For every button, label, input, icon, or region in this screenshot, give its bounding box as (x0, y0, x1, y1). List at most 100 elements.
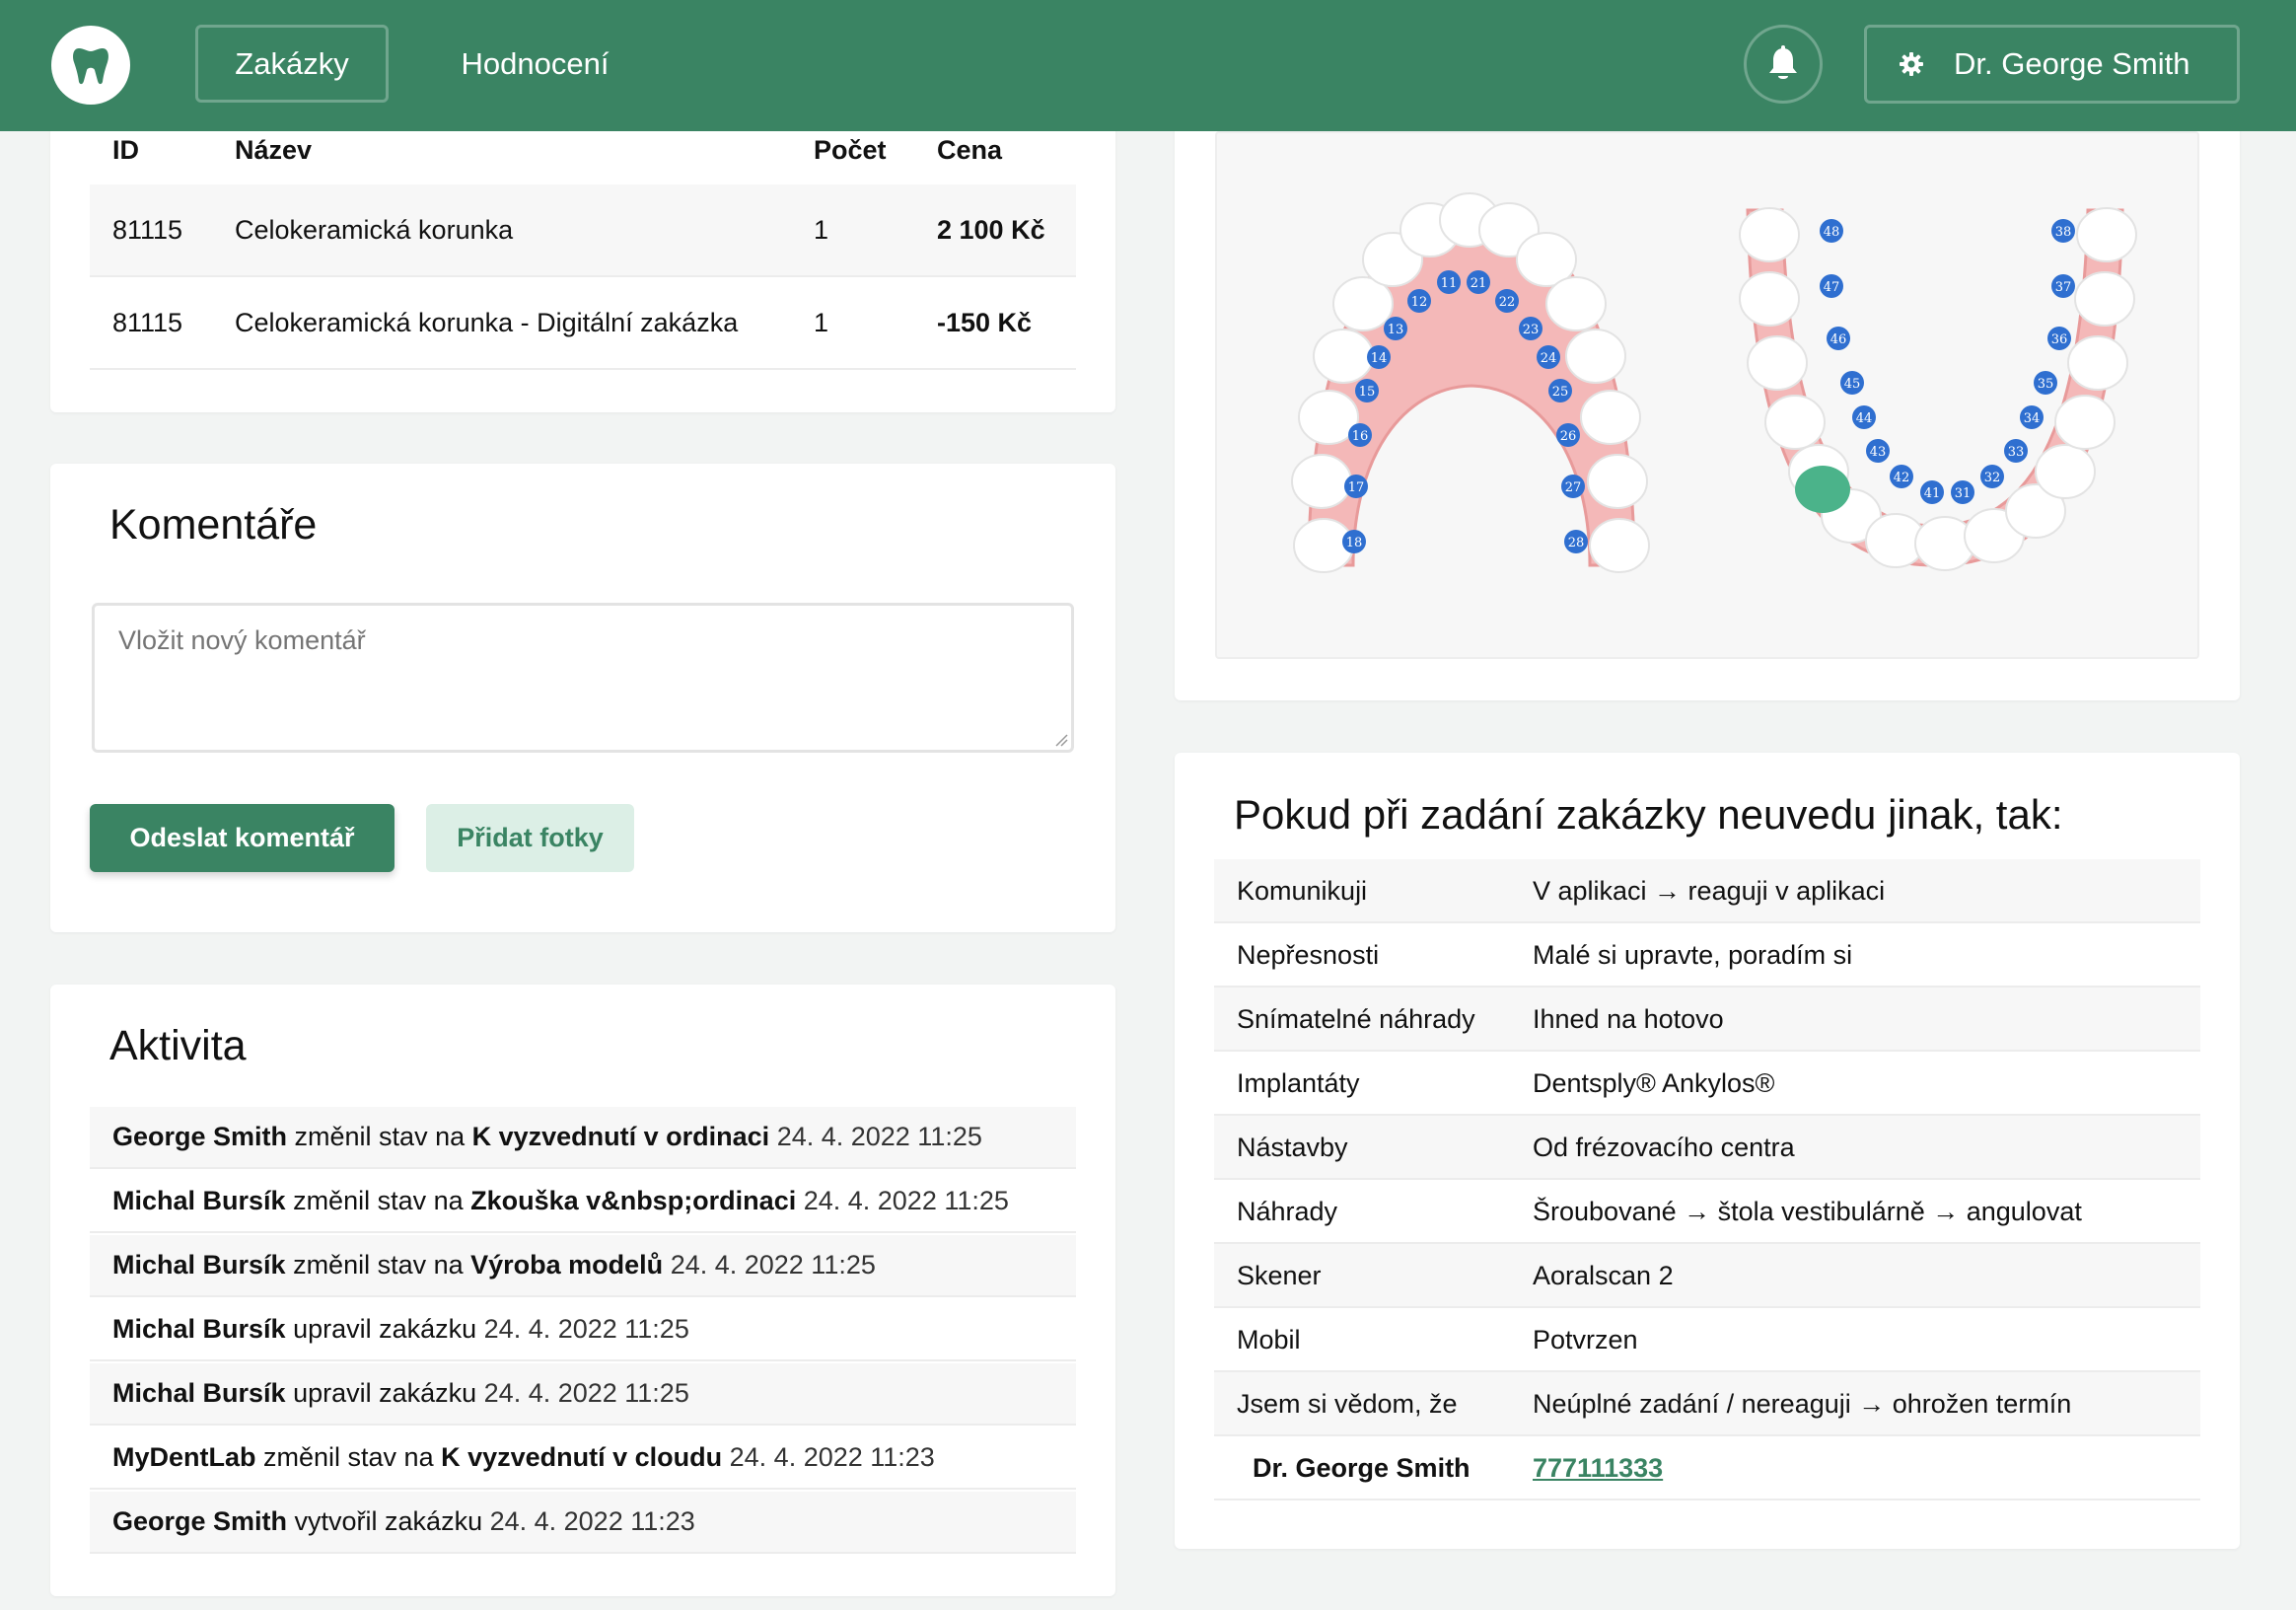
upper-tooth (1587, 454, 1648, 509)
col-header-id: ID (112, 135, 139, 165)
pref-value: Aoralscan 2 (1533, 1261, 1674, 1290)
cell-price: 2 100 Kč (937, 215, 1045, 245)
lower-tooth (1764, 395, 1826, 450)
tooth-number-label: 15 (1359, 385, 1376, 400)
upper-tooth (1580, 390, 1641, 445)
activity-time: 24. 4. 2022 11:25 (796, 1186, 1009, 1215)
tooth-number-label: 23 (1523, 323, 1540, 337)
lower-tooth (2054, 395, 2116, 450)
activity-actor: George Smith (112, 1122, 288, 1151)
col-header-count: Počet (814, 135, 887, 165)
pref-row: Skener Aoralscan 2 (1214, 1244, 2200, 1308)
tooth-number-label: 34 (2024, 411, 2041, 426)
activity-target: Zkouška v&nbsp;ordinaci (470, 1186, 797, 1215)
activity-time: 24. 4. 2022 11:23 (482, 1506, 695, 1536)
nav-orders[interactable]: Zakázky (195, 25, 389, 103)
tooth-number-label: 27 (1565, 480, 1582, 495)
lower-tooth (1739, 207, 1800, 262)
activity-item: Michal Bursík změnil stav na Výroba mode… (90, 1235, 1076, 1297)
cell-count: 1 (814, 215, 829, 245)
activity-target: K vyzvednutí v ordinaci (471, 1122, 770, 1151)
contact-phone-link[interactable]: 777111333 (1533, 1453, 1663, 1484)
pref-row: Dr. George Smith 777111333 (1214, 1436, 2200, 1500)
activity-time: 24. 4. 2022 11:25 (769, 1122, 982, 1151)
lower-tooth (2067, 335, 2128, 391)
dental-chart[interactable]: 11 12 1314 15 16 17 18 21 22 2324 25 26 27 28 48 47 46 45… (1215, 131, 2199, 659)
activity-item: George Smith změnil stav na K vyzvednutí… (90, 1107, 1076, 1169)
send-comment-button[interactable]: Odeslat komentář (90, 804, 395, 872)
activity-time: 24. 4. 2022 11:23 (722, 1442, 935, 1472)
user-name: Dr. George Smith (1954, 46, 2190, 81)
activity-action: upravil zakázku (285, 1314, 477, 1344)
comment-input[interactable] (92, 603, 1074, 753)
tooth-number-label: 17 (1348, 480, 1365, 495)
preferences-title: Pokud při zadání zakázky neuvedu jinak, … (1234, 791, 2063, 838)
tooth-number-label: 45 (1844, 377, 1861, 392)
activity-time: 24. 4. 2022 11:25 (476, 1378, 689, 1408)
tooth-number-label: 18 (1346, 536, 1363, 550)
activity-item: Michal Bursík upravil zakázku 24. 4. 202… (90, 1299, 1076, 1361)
nav-reviews[interactable]: Hodnocení (434, 25, 636, 103)
pref-value: Dentsply® Ankylos® (1533, 1068, 1775, 1098)
activity-action: změnil stav na (285, 1250, 471, 1280)
activity-actor: George Smith (112, 1506, 288, 1536)
contact-name: Dr. George Smith (1253, 1453, 1471, 1483)
pref-value: Potvrzen (1533, 1325, 1638, 1354)
pref-value: Od frézovacího centra (1533, 1133, 1795, 1162)
tooth-number-label: 31 (1955, 486, 1972, 501)
pref-row: Náhrady Šroubované → štola vestibulárně … (1214, 1180, 2200, 1244)
pref-key: Nepřesnosti (1237, 940, 1380, 970)
tooth-number-label: 42 (1894, 471, 1910, 485)
tooth-number-label: 25 (1552, 385, 1569, 400)
tooth-number-label: 36 (2051, 332, 2068, 347)
cell-count: 1 (814, 308, 829, 337)
activity-actor: Michal Bursík (112, 1314, 286, 1344)
cell-name: Celokeramická korunka - Digitální zakázk… (235, 308, 739, 337)
tooth-number-label: 26 (1560, 429, 1577, 444)
bell-icon[interactable] (1744, 25, 1823, 104)
pref-key: Mobil (1237, 1325, 1301, 1354)
resize-grip-icon[interactable] (1054, 733, 1068, 747)
gear-icon (1899, 51, 1924, 77)
pref-key: Skener (1237, 1261, 1322, 1290)
activity-item: MyDentLab změnil stav na K vyzvednutí v … (90, 1427, 1076, 1490)
cell-id: 81115 (112, 215, 183, 245)
lower-tooth (2074, 271, 2135, 327)
upper-tooth (1589, 518, 1650, 573)
activity-item: Michal Bursík změnil stav na Zkouška v&n… (90, 1171, 1076, 1233)
tooth-number-label: 14 (1371, 351, 1388, 366)
col-header-price: Cena (937, 135, 1003, 165)
upper-tooth (1291, 454, 1352, 509)
activity-target: Výroba modelů (470, 1250, 664, 1280)
pref-value: V aplikaci → reaguji v aplikaci (1533, 876, 1886, 906)
tooth-number-label: 46 (1830, 332, 1847, 347)
user-menu-button[interactable]: Dr. George Smith (1864, 25, 2240, 104)
tooth-number-label: 44 (1856, 411, 1873, 426)
add-photos-button[interactable]: Přidat fotky (426, 804, 634, 872)
pref-key: Snímatelné náhrady (1237, 1004, 1475, 1034)
tooth-number-label: 48 (1824, 225, 1840, 240)
upper-tooth (1545, 276, 1607, 331)
pref-row: Snímatelné náhrady Ihned na hotovo (1214, 988, 2200, 1052)
top-navbar: Zakázky Hodnocení Dr. George Smith (0, 0, 2296, 131)
upper-tooth (1313, 329, 1374, 384)
tooth-number-label: 16 (1352, 429, 1369, 444)
lower-tooth (2035, 444, 2096, 499)
pref-value: Šroubované → štola vestibulárně → angulo… (1533, 1197, 2082, 1226)
pref-key: Jsem si vědom, že (1237, 1389, 1458, 1419)
pref-row: Nepřesnosti Malé si upravte, poradím si (1214, 923, 2200, 988)
tooth-number-label: 43 (1870, 445, 1887, 460)
tooth-logo-icon[interactable] (51, 26, 130, 105)
pref-key: Náhrady (1237, 1197, 1338, 1226)
activity-action: změnil stav na (255, 1442, 442, 1472)
lower-tooth (2076, 207, 2137, 262)
activity-actor: Michal Bursík (112, 1378, 286, 1408)
activity-action: změnil stav na (285, 1186, 471, 1215)
tooth-number-label: 33 (2008, 445, 2025, 460)
activity-actor: Michal Bursík (112, 1250, 286, 1280)
tooth-number-label: 38 (2055, 225, 2072, 240)
upper-tooth (1565, 329, 1626, 384)
pref-value: Ihned na hotovo (1533, 1004, 1724, 1034)
lower-jaw-gum (1746, 208, 2124, 567)
tooth-number-label: 11 (1441, 276, 1458, 291)
